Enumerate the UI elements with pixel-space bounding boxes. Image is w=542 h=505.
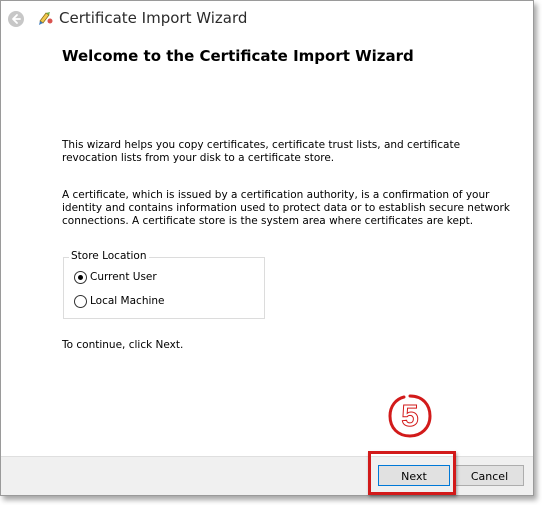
wizard-window: Certificate Import Wizard Welcome to the… (0, 0, 534, 496)
current-user-radio[interactable] (74, 271, 87, 284)
radio-selected-dot (78, 275, 83, 280)
local-machine-radio[interactable] (74, 295, 87, 308)
intro-paragraph: This wizard helps you copy certificates,… (62, 139, 461, 164)
button-bar (1, 456, 533, 495)
continue-instruction: To continue, click Next. (62, 339, 184, 351)
title-bar: Certificate Import Wizard (1, 1, 533, 37)
window-title: Certificate Import Wizard (59, 9, 248, 27)
page-heading: Welcome to the Certificate Import Wizard (62, 47, 414, 65)
current-user-label[interactable]: Current User (90, 271, 157, 284)
step-annotation: 5 (387, 393, 433, 439)
back-arrow-icon (12, 14, 21, 24)
back-button[interactable] (8, 11, 24, 27)
local-machine-label[interactable]: Local Machine (90, 295, 165, 308)
step-number: 5 (401, 398, 419, 434)
store-location-group (63, 257, 265, 319)
store-location-legend: Store Location (69, 250, 149, 262)
certificate-description: A certificate, which is issued by a cert… (62, 189, 510, 227)
cancel-button[interactable]: Cancel (455, 465, 524, 486)
next-button[interactable]: Next (378, 465, 450, 486)
certificate-icon (37, 9, 55, 27)
